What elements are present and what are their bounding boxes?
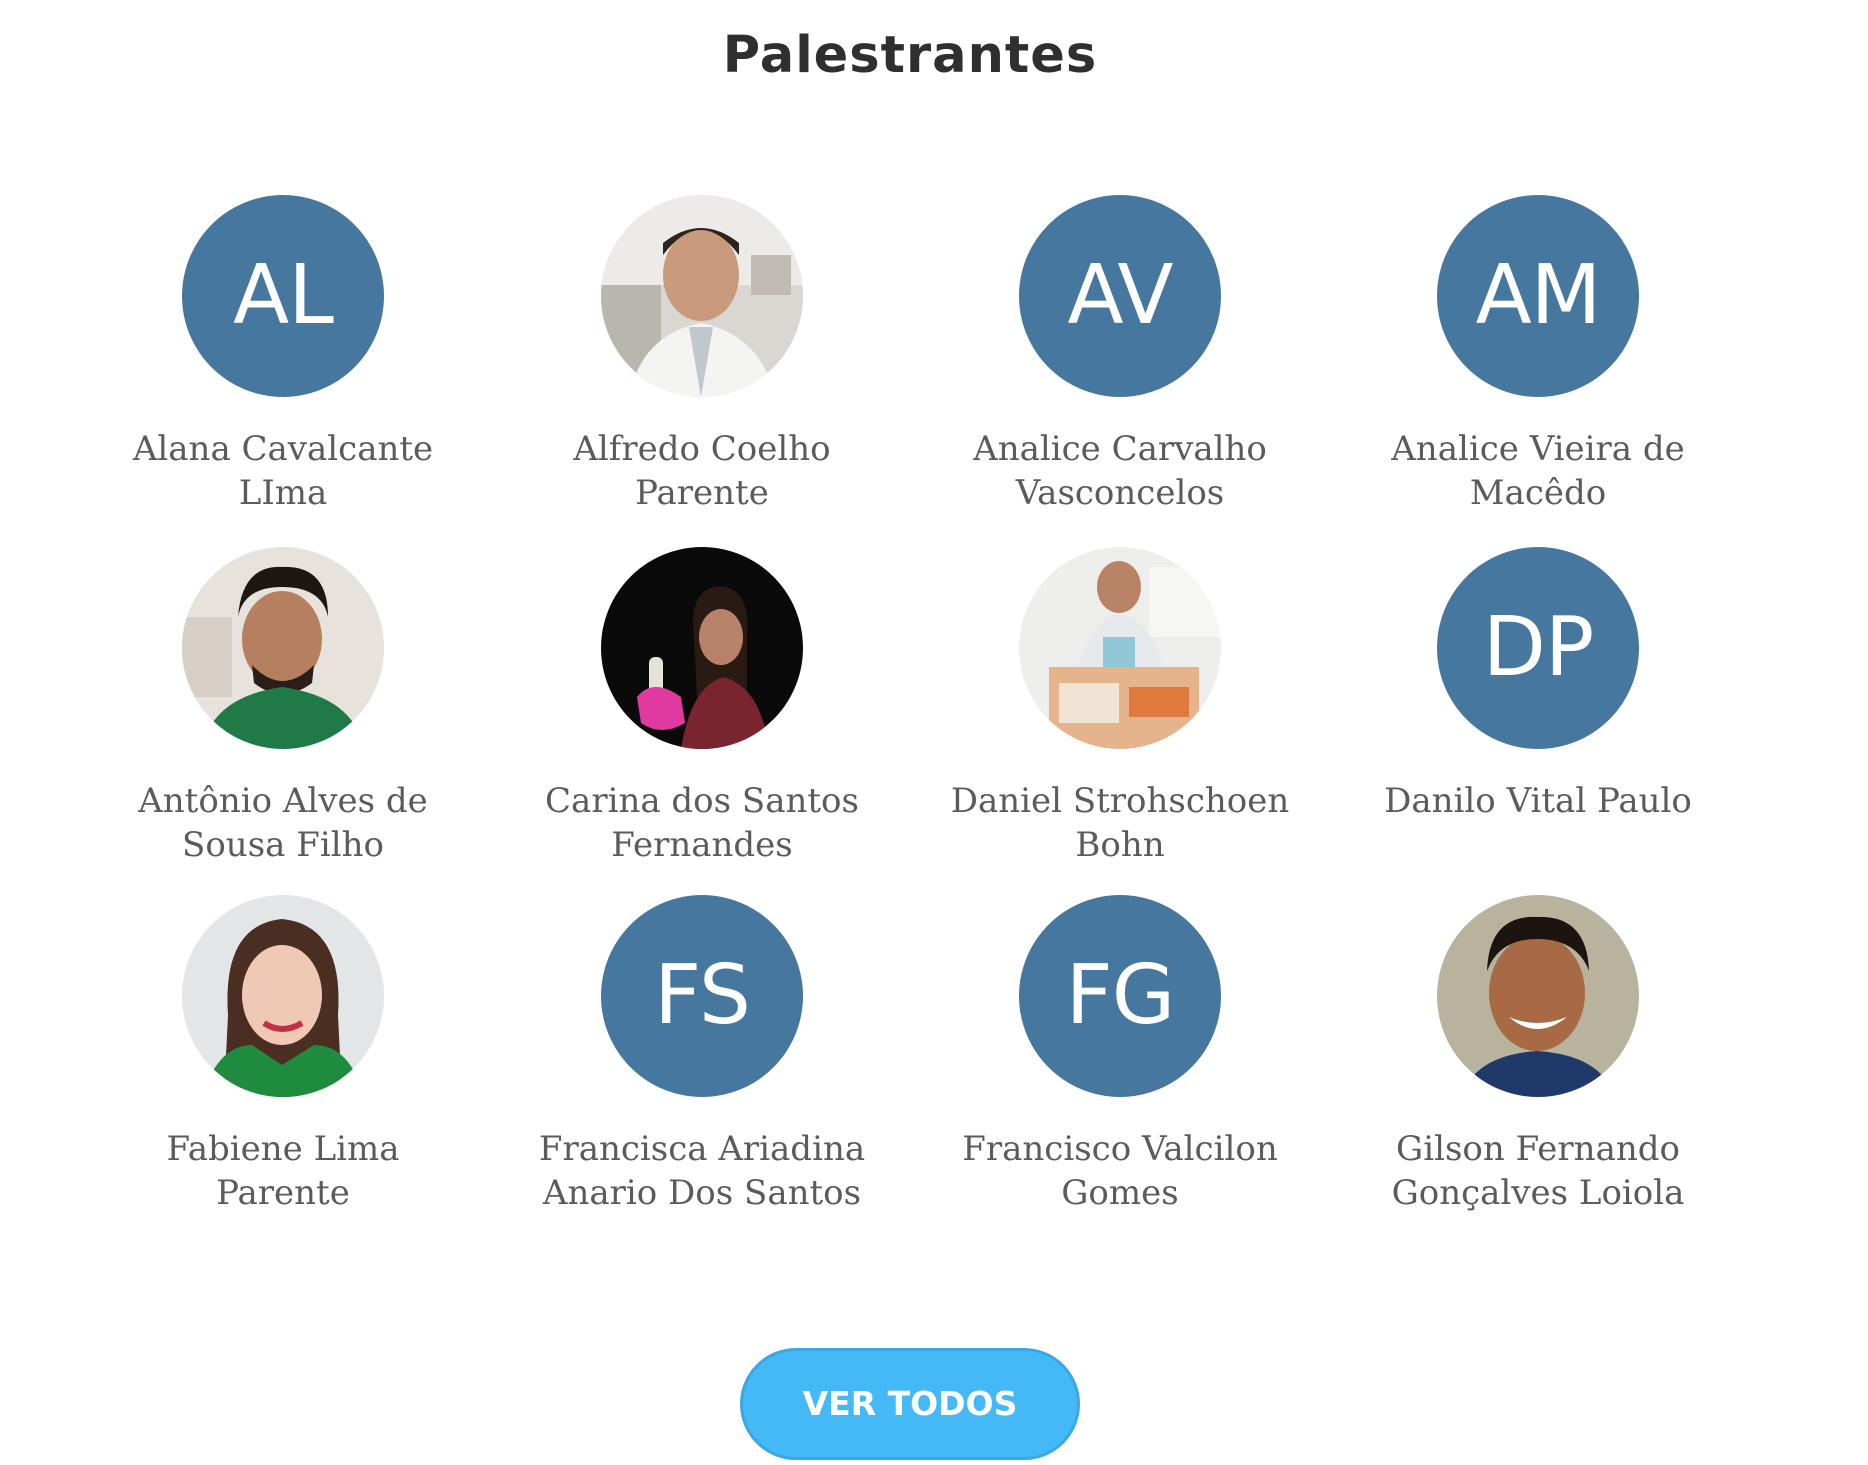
speaker-name[interactable]: Analice Vieira de Macêdo [1358,427,1718,515]
speaker-photo-icon [601,547,803,749]
speaker-avatar-initials[interactable]: AL [182,195,384,397]
speaker-card[interactable]: Alfredo Coelho Parente [492,195,912,515]
speaker-name[interactable]: Daniel Strohschoen Bohn [940,779,1300,867]
speaker-card[interactable]: Fabiene Lima Parente [73,895,493,1215]
speaker-card[interactable]: Gilson Fernando Gonçalves Loiola [1328,895,1748,1215]
speaker-avatar-initials[interactable]: AM [1437,195,1639,397]
speaker-avatar-photo[interactable] [1437,895,1639,1097]
speaker-avatar-photo[interactable] [601,195,803,397]
speaker-name[interactable]: Fabiene Lima Parente [103,1127,463,1215]
speaker-name[interactable]: Antônio Alves de Sousa Filho [103,779,463,867]
speaker-name[interactable]: Carina dos Santos Fernandes [522,779,882,867]
speaker-name[interactable]: Gilson Fernando Gonçalves Loiola [1358,1127,1718,1215]
speaker-avatar-initials[interactable]: DP [1437,547,1639,749]
speakers-grid: AL Alana Cavalcante LIma Alfredo Coelho … [0,0,1868,1465]
speaker-card[interactable]: FS Francisca Ariadina Anario Dos Santos [492,895,912,1215]
speaker-photo-icon [601,195,803,397]
speaker-name[interactable]: Alana Cavalcante LIma [103,427,463,515]
speaker-card[interactable]: Carina dos Santos Fernandes [492,547,912,867]
speaker-photo-icon [182,547,384,749]
speaker-avatar-initials[interactable]: FS [601,895,803,1097]
speaker-avatar-photo[interactable] [601,547,803,749]
speaker-name[interactable]: Francisca Ariadina Anario Dos Santos [522,1127,882,1215]
view-all-button[interactable]: VER TODOS [740,1348,1080,1460]
speaker-photo-icon [1019,547,1221,749]
speaker-photo-icon [182,895,384,1097]
speaker-name[interactable]: Francisco Valcilon Gomes [940,1127,1300,1215]
speaker-avatar-photo[interactable] [1019,547,1221,749]
speaker-avatar-photo[interactable] [182,547,384,749]
speaker-photo-icon [1437,895,1639,1097]
speaker-card[interactable]: AV Analice Carvalho Vasconcelos [910,195,1330,515]
speaker-card[interactable]: AM Analice Vieira de Macêdo [1328,195,1748,515]
speaker-avatar-photo[interactable] [182,895,384,1097]
speaker-card[interactable]: Daniel Strohschoen Bohn [910,547,1330,867]
speaker-avatar-initials[interactable]: AV [1019,195,1221,397]
speaker-card[interactable]: Antônio Alves de Sousa Filho [73,547,493,867]
speaker-card[interactable]: DP Danilo Vital Paulo [1328,547,1748,823]
speaker-name[interactable]: Alfredo Coelho Parente [522,427,882,515]
speaker-avatar-initials[interactable]: FG [1019,895,1221,1097]
speaker-name[interactable]: Analice Carvalho Vasconcelos [940,427,1300,515]
speaker-name[interactable]: Danilo Vital Paulo [1358,779,1718,823]
speaker-card[interactable]: AL Alana Cavalcante LIma [73,195,493,515]
speaker-card[interactable]: FG Francisco Valcilon Gomes [910,895,1330,1215]
